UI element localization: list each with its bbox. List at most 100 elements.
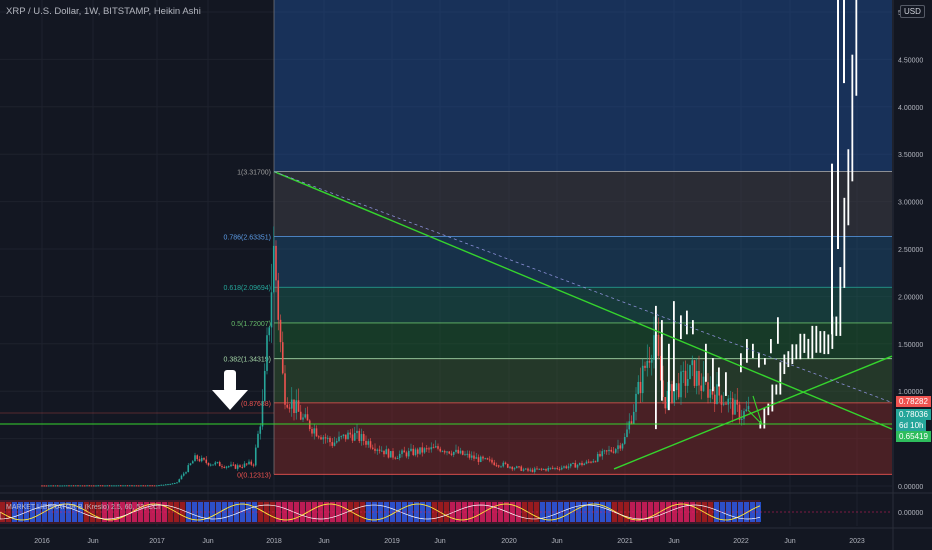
candle-body <box>110 485 113 487</box>
candle-body <box>142 485 145 487</box>
candle-body <box>493 462 496 466</box>
down-arrow-icon-shaft <box>224 370 236 392</box>
candle-body <box>68 485 70 487</box>
chart-area[interactable]: 1(3.31700) 0.786(2.63351) 0.618(2.09694) 0.… <box>0 0 932 550</box>
candle-body <box>47 485 50 487</box>
candle-body <box>560 467 563 470</box>
candle-body <box>304 414 307 418</box>
candle-body <box>198 459 201 462</box>
candle-body <box>536 468 538 470</box>
candle-body <box>207 462 210 466</box>
candle-body <box>475 457 478 459</box>
candle-body <box>522 469 525 471</box>
candle-body <box>538 468 541 470</box>
candle-body <box>468 453 471 458</box>
candle-body <box>551 467 554 469</box>
candle-body <box>137 485 140 487</box>
candle-body <box>682 370 685 372</box>
candle-body <box>178 479 181 483</box>
candle-body <box>117 485 120 487</box>
candle-body <box>369 441 372 448</box>
candle-body <box>106 485 109 487</box>
candle-body <box>403 450 406 453</box>
candle-body <box>416 449 419 454</box>
fib-level-label: 0(0.12313) <box>237 472 271 479</box>
candle-body <box>70 485 73 487</box>
candle-body <box>88 485 91 487</box>
candle-body <box>261 401 264 427</box>
projection-bar <box>823 331 826 355</box>
candle-body <box>284 373 286 405</box>
candle-body <box>491 459 493 463</box>
x-tick-label: Jun <box>202 538 213 545</box>
candle-body <box>686 379 689 386</box>
candle-body <box>324 437 327 439</box>
projection-bar <box>807 338 810 359</box>
projection-bar <box>811 325 814 359</box>
price-tag-close-green: 0.78036 <box>896 409 931 420</box>
candle-body <box>590 461 592 463</box>
candle-body <box>376 449 379 451</box>
candle-body <box>441 451 444 453</box>
candle-body <box>225 466 228 468</box>
fib-zone <box>274 236 892 288</box>
candle-body <box>302 417 304 420</box>
candle-body <box>693 360 696 386</box>
candle-body <box>452 451 455 455</box>
candle-body <box>164 484 167 486</box>
candle-body <box>425 448 428 450</box>
candle-body <box>322 437 325 440</box>
projection-bar <box>799 333 802 360</box>
candle-body <box>194 455 196 462</box>
candle-body <box>308 420 311 430</box>
x-tick-label: Jun <box>784 538 795 545</box>
candle-body <box>313 428 316 434</box>
candle-body <box>592 461 595 463</box>
x-tick-label: 2021 <box>617 538 633 545</box>
candle-body <box>689 365 691 380</box>
drawing-bar <box>764 358 766 365</box>
candle-body <box>205 459 208 463</box>
candle-body <box>356 430 358 434</box>
candle-body <box>545 469 547 471</box>
indicator-zero-label: 0.00000 <box>898 510 923 517</box>
candle-body <box>583 463 586 466</box>
candle-body <box>466 453 469 455</box>
candle-body <box>56 485 59 487</box>
candle-body <box>203 457 205 460</box>
candle-body <box>50 485 52 487</box>
x-tick-label: 2017 <box>149 538 165 545</box>
candle-body <box>612 451 615 453</box>
candle-body <box>419 447 421 454</box>
candle-body <box>151 485 154 487</box>
candle-body <box>396 457 399 459</box>
candle-body <box>619 445 622 449</box>
candle-body <box>113 485 115 487</box>
candle-body <box>549 467 552 469</box>
candle-body <box>527 468 529 471</box>
candle-body <box>502 462 505 467</box>
candle-body <box>176 482 178 484</box>
x-tick-label: Jun <box>318 538 329 545</box>
candle-body <box>216 462 219 464</box>
candle-body <box>623 437 626 444</box>
candle-body <box>698 370 700 386</box>
projection-bar <box>795 344 798 360</box>
candle-body <box>423 448 426 453</box>
projection-bar <box>827 334 830 355</box>
candle-body <box>317 436 320 438</box>
candle-body <box>239 465 241 468</box>
candle-body <box>297 400 300 412</box>
candle-body <box>288 407 291 409</box>
candle-body <box>108 485 111 487</box>
projection-bar <box>851 54 854 182</box>
candle-body <box>509 466 511 468</box>
x-tick-label: 2020 <box>501 538 517 545</box>
candle-body <box>227 466 230 468</box>
candle-body <box>221 466 223 468</box>
candle-body <box>266 335 268 371</box>
candle-body <box>569 463 572 467</box>
candle-body <box>446 451 448 453</box>
x-tick-label: 2016 <box>34 538 50 545</box>
currency-label[interactable]: USD <box>900 5 925 18</box>
